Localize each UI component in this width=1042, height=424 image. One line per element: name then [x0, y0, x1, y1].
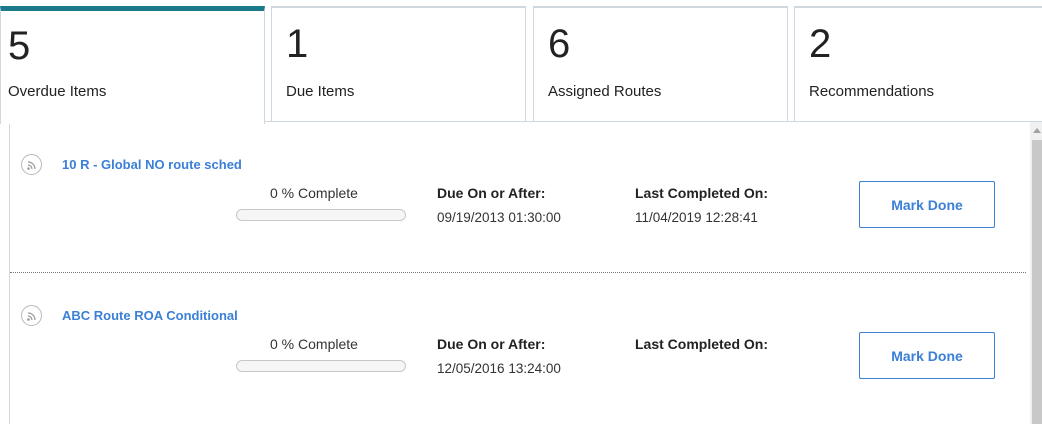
progress-text: 0 % Complete [270, 336, 358, 352]
tab-assigned-routes[interactable]: 6 Assigned Routes [533, 6, 788, 122]
route-title-link[interactable]: 10 R - Global NO route sched [62, 157, 242, 172]
route-title-link[interactable]: ABC Route ROA Conditional [62, 308, 238, 323]
due-on-after-label: Due On or After: [437, 185, 546, 201]
scroll-thumb[interactable] [1032, 140, 1042, 424]
last-completed-value: 11/04/2019 12:28:41 [635, 210, 758, 225]
tab-count: 1 [286, 22, 309, 66]
vertical-scrollbar[interactable] [1030, 122, 1042, 424]
progress-bar [236, 209, 406, 221]
tab-count: 5 [8, 24, 31, 68]
progress-bar [236, 360, 406, 372]
mark-done-button[interactable]: Mark Done [859, 181, 995, 228]
summary-tabs: 5 Overdue Items 1 Due Items 6 Assigned R… [0, 0, 1042, 124]
scroll-up-arrow-icon[interactable] [1033, 128, 1041, 133]
tab-due-items[interactable]: 1 Due Items [271, 6, 526, 122]
last-completed-label: Last Completed On: [635, 185, 769, 201]
mark-done-button[interactable]: Mark Done [859, 332, 995, 379]
tab-label: Due Items [286, 83, 355, 100]
tab-label: Recommendations [809, 83, 935, 100]
progress-text: 0 % Complete [270, 185, 358, 201]
tab-label: Overdue Items [8, 83, 107, 100]
tab-label: Assigned Routes [548, 83, 662, 100]
route-icon [21, 305, 42, 326]
tab-count: 6 [548, 22, 571, 66]
list-item: ABC Route ROA Conditional 0 % Complete D… [10, 273, 1026, 423]
due-on-after-value: 09/19/2013 01:30:00 [437, 210, 561, 225]
tab-count: 2 [809, 22, 832, 66]
due-on-after-value: 12/05/2016 13:24:00 [437, 361, 561, 376]
last-completed-label: Last Completed On: [635, 336, 769, 352]
tab-overdue-items[interactable]: 5 Overdue Items [0, 6, 265, 124]
tab-recommendations[interactable]: 2 Recommendations [794, 6, 1042, 122]
route-icon [21, 154, 42, 175]
due-on-after-label: Due On or After: [437, 336, 546, 352]
list-item: 10 R - Global NO route sched 0 % Complet… [10, 122, 1026, 272]
overdue-items-list: 10 R - Global NO route sched 0 % Complet… [0, 122, 1042, 424]
